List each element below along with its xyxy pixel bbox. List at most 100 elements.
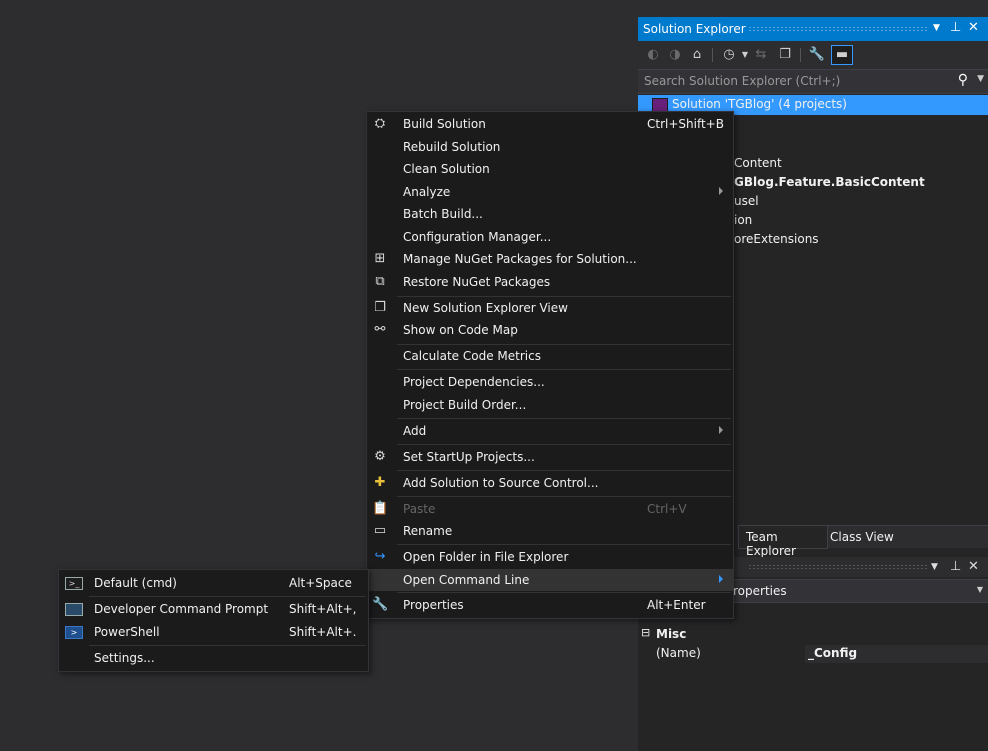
menu-item-label: PowerShell (94, 625, 160, 639)
search-icon[interactable]: ⚲ (958, 72, 968, 88)
properties-object-label: roperties (733, 584, 787, 598)
solution-explorer-titlebar: Solution Explorer ▼ ⊥ ✕ (638, 17, 988, 41)
property-category: Misc (656, 627, 687, 641)
menu-item-properties[interactable]: 🔧 Properties Alt+Enter (367, 594, 733, 616)
menu-separator (397, 369, 731, 370)
menu-item-label: Add Solution to Source Control... (403, 476, 599, 490)
menu-item-shortcut: Shift+Alt+, (289, 602, 357, 616)
tree-item[interactable]: Content (734, 156, 782, 170)
menu-item-powershell[interactable]: > PowerShell Shift+Alt+. (59, 621, 368, 643)
menu-item-configuration-manager[interactable]: Configuration Manager... (367, 226, 733, 248)
pin-icon[interactable]: ⊥ (950, 20, 961, 35)
menu-item-label: Settings... (94, 651, 155, 665)
tree-item-solution-label: Solution 'TGBlog' (4 projects) (672, 97, 847, 111)
code-map-icon: ⚯ (374, 322, 386, 337)
menu-item-build-solution[interactable]: ⛭ Build Solution Ctrl+Shift+B (367, 113, 733, 135)
menu-item-label: Paste (403, 502, 436, 516)
sync-with-document-icon[interactable]: ⇆ (752, 46, 770, 64)
menu-item-label: Rebuild Solution (403, 140, 501, 154)
menu-item-default-cmd[interactable]: >_ Default (cmd) Alt+Space (59, 572, 368, 594)
menu-item-add[interactable]: Add (367, 420, 733, 442)
menu-separator (89, 596, 366, 597)
powershell-icon: > (65, 626, 83, 639)
chevron-down-icon[interactable]: ▼ (977, 585, 983, 594)
menu-item-shortcut: Alt+Enter (647, 598, 706, 612)
menu-item-label: Developer Command Prompt (94, 602, 269, 616)
menu-item-rename[interactable]: ▭ Rename (367, 520, 733, 542)
tab-class-view[interactable]: Class View (830, 530, 894, 544)
menu-item-developer-command-prompt[interactable]: Developer Command Prompt Shift+Alt+, (59, 598, 368, 620)
submenu-arrow-icon (719, 575, 723, 583)
menu-item-add-to-source-control[interactable]: ✚ Add Solution to Source Control... (367, 472, 733, 494)
menu-item-label: Show on Code Map (403, 323, 518, 337)
close-icon[interactable]: ✕ (968, 559, 979, 574)
source-control-icon: ✚ (374, 475, 386, 490)
menu-item-project-build-order[interactable]: Project Build Order... (367, 394, 733, 416)
menu-item-open-folder-in-explorer[interactable]: ↪ Open Folder in File Explorer (367, 546, 733, 568)
menu-item-shortcut: Ctrl+V (647, 502, 687, 516)
menu-item-clean-solution[interactable]: Clean Solution (367, 158, 733, 180)
menu-item-shortcut: Alt+Space (289, 576, 352, 590)
restore-packages-icon: ⧉ (375, 274, 385, 289)
pin-icon[interactable]: ⊥ (950, 559, 961, 574)
menu-item-label: Open Folder in File Explorer (403, 550, 569, 564)
tab-team-explorer-label: Team Explorer (746, 530, 796, 558)
window-position-dropdown-icon[interactable]: ▼ (931, 562, 938, 572)
open-command-line-submenu: >_ Default (cmd) Alt+Space Developer Com… (58, 569, 369, 672)
wrench-icon: 🔧 (372, 597, 389, 612)
paste-icon: 📋 (372, 501, 389, 516)
menu-separator (397, 592, 731, 593)
menu-item-restore-nuget[interactable]: ⧉ Restore NuGet Packages (367, 271, 733, 293)
menu-item-label: New Solution Explorer View (403, 301, 568, 315)
tree-item[interactable]: usel (734, 194, 759, 208)
search-input[interactable]: Search Solution Explorer (Ctrl+;) (644, 74, 840, 88)
menu-item-set-startup-projects[interactable]: ⚙ Set StartUp Projects... (367, 446, 733, 468)
collapse-category-icon[interactable]: ⊟ (641, 626, 650, 639)
property-value[interactable]: _Config (808, 646, 857, 660)
menu-item-label: Set StartUp Projects... (403, 450, 535, 464)
menu-separator (89, 645, 366, 646)
build-solution-icon: ⛭ (374, 116, 386, 131)
titlebar-grip (748, 26, 928, 32)
menu-separator (397, 444, 731, 445)
menu-item-settings[interactable]: Settings... (59, 647, 368, 669)
menu-item-label: Restore NuGet Packages (403, 275, 551, 289)
tree-item[interactable]: oreExtensions (734, 232, 819, 246)
close-icon[interactable]: ✕ (968, 20, 979, 35)
tab-team-explorer[interactable]: Team Explorer (738, 526, 828, 558)
menu-item-batch-build[interactable]: Batch Build... (367, 203, 733, 225)
menu-separator (397, 544, 731, 545)
properties-wrench-icon[interactable]: 🔧 (808, 46, 826, 64)
tree-item[interactable]: ion (734, 213, 752, 227)
menu-item-manage-nuget[interactable]: ⊞ Manage NuGet Packages for Solution... (367, 248, 733, 270)
menu-item-open-command-line[interactable]: Open Command Line (367, 569, 733, 591)
menu-item-label: Build Solution (403, 117, 486, 131)
solution-explorer-toolbar: ◐ ◑ ⌂ ◷ ▼ ⇆ ❐ 🔧 ▬ (638, 41, 988, 69)
menu-item-label: Add (403, 424, 427, 438)
menu-item-new-solution-explorer-view[interactable]: ❐ New Solution Explorer View (367, 297, 733, 319)
collapse-all-icon[interactable]: ❐ (776, 46, 794, 64)
menu-item-label: Rename (403, 524, 453, 538)
property-name: (Name) (656, 646, 701, 660)
tree-item-startup-project[interactable]: GBlog.Feature.BasicContent (734, 175, 925, 189)
menu-item-paste[interactable]: 📋 Paste Ctrl+V (367, 498, 733, 520)
menu-item-label: Project Dependencies... (403, 375, 545, 389)
menu-item-project-dependencies[interactable]: Project Dependencies... (367, 371, 733, 393)
menu-item-rebuild-solution[interactable]: Rebuild Solution (367, 136, 733, 158)
window-position-dropdown-icon[interactable]: ▼ (933, 23, 940, 33)
home-icon[interactable]: ⌂ (688, 46, 706, 64)
menu-item-label: Manage NuGet Packages for Solution... (403, 252, 637, 266)
forward-icon[interactable]: ◑ (666, 46, 684, 64)
menu-item-label: Configuration Manager... (403, 230, 552, 244)
menu-separator (397, 496, 731, 497)
back-icon[interactable]: ◐ (644, 46, 662, 64)
menu-item-analyze[interactable]: Analyze (367, 181, 733, 203)
developer-console-icon (65, 603, 83, 616)
menu-item-calculate-code-metrics[interactable]: Calculate Code Metrics (367, 345, 733, 367)
submenu-arrow-icon (719, 187, 723, 195)
menu-item-show-on-code-map[interactable]: ⚯ Show on Code Map (367, 319, 733, 341)
preview-selected-items-icon[interactable]: ▬ (831, 45, 853, 65)
open-folder-arrow-icon: ↪ (374, 549, 386, 564)
solution-explorer-search[interactable]: Search Solution Explorer (Ctrl+;) ⚲ ▼ (638, 69, 988, 94)
search-options-dropdown-icon[interactable]: ▼ (977, 74, 984, 84)
